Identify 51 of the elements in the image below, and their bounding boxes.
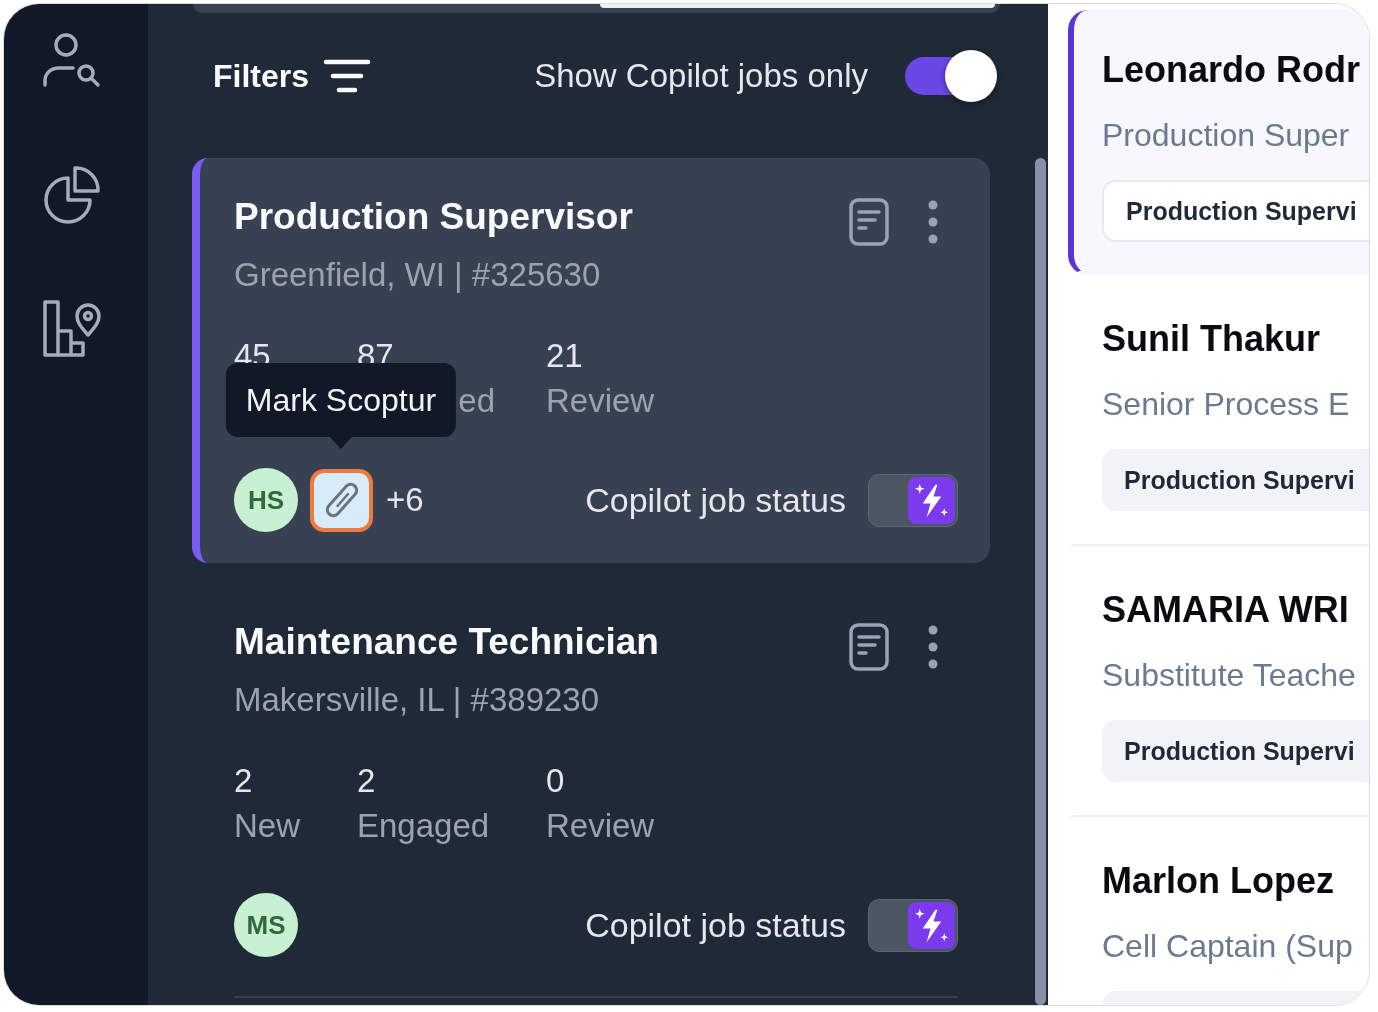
candidate-card[interactable]: Sunil Thakur Senior Process E Production Supervi xyxy=(1068,275,1369,546)
filter-icon xyxy=(323,59,372,93)
candidate-title: Substitute Teache xyxy=(1102,657,1357,693)
avatar[interactable]: HS xyxy=(234,468,298,532)
stat-label: New xyxy=(234,806,301,846)
job-location: Greenfield, WI | #325630 xyxy=(234,257,602,293)
tooltip: Mark Scoptur xyxy=(225,363,457,449)
candidate-name: SAMARIA WRI xyxy=(1102,590,1350,630)
role-tag: Production Supervi xyxy=(1102,180,1369,242)
role-tag: Production Supervi xyxy=(1102,449,1369,511)
job-title: Maintenance Technician xyxy=(234,622,660,662)
job-card[interactable]: Maintenance Technician Makersville, IL | #389230 2 2 0 New Engaged Review MS Copilot job status xyxy=(192,583,990,998)
more-options-icon[interactable] xyxy=(926,625,940,669)
job-title: Production Supervisor xyxy=(234,197,634,237)
avatar[interactable]: MS xyxy=(234,893,298,957)
stat-label: ed xyxy=(458,381,495,421)
document-icon[interactable] xyxy=(849,623,889,671)
document-icon[interactable] xyxy=(849,198,889,246)
copilot-only-label: Show Copilot jobs only xyxy=(534,56,868,96)
copilot-status-toggle[interactable] xyxy=(868,898,958,952)
more-options-icon[interactable] xyxy=(926,200,940,244)
candidate-title: Senior Process E xyxy=(1102,386,1351,422)
building-pin-icon[interactable] xyxy=(42,298,102,358)
copilot-status-toggle[interactable] xyxy=(868,473,958,527)
candidate-title: Cell Captain (Sup xyxy=(1102,928,1354,964)
candidate-name: Marlon Lopez xyxy=(1102,861,1335,901)
role-tag: Production Supervi xyxy=(1102,720,1369,782)
candidate-name: Leonardo Rodr xyxy=(1102,50,1361,90)
candidate-card[interactable]: Marlon Lopez Cell Captain (Sup xyxy=(1068,817,1369,1005)
sparkle-bolt-icon xyxy=(908,901,955,949)
copilot-status-label: Copilot job status xyxy=(585,480,846,520)
stat-count: 2 xyxy=(234,761,253,801)
stat-count: 21 xyxy=(546,336,583,376)
copilot-status-label: Copilot job status xyxy=(585,905,846,945)
attachment-avatar[interactable] xyxy=(310,468,373,532)
stat-label: Engaged xyxy=(357,806,490,846)
copilot-only-switch[interactable] xyxy=(905,50,997,102)
candidate-card[interactable]: SAMARIA WRI Substitute Teache Production Supervi xyxy=(1068,546,1369,817)
sparkle-bolt-icon xyxy=(908,476,955,524)
pie-chart-icon[interactable] xyxy=(42,165,102,225)
candidate-name: Sunil Thakur xyxy=(1102,319,1322,359)
candidate-card[interactable]: Leonardo Rodr Production Super Production Supervi xyxy=(1068,10,1369,275)
stat-count: 0 xyxy=(546,761,565,801)
stat-label: Review xyxy=(546,381,655,421)
job-location: Makersville, IL | #389230 xyxy=(234,682,601,718)
scrollbar[interactable] xyxy=(1035,158,1046,1005)
more-count: +6 xyxy=(386,480,424,520)
stat-count: 2 xyxy=(357,761,376,801)
stat-label: Review xyxy=(546,806,655,846)
filters-button[interactable]: Filters xyxy=(213,56,372,96)
candidate-title: Production Super xyxy=(1102,117,1351,153)
